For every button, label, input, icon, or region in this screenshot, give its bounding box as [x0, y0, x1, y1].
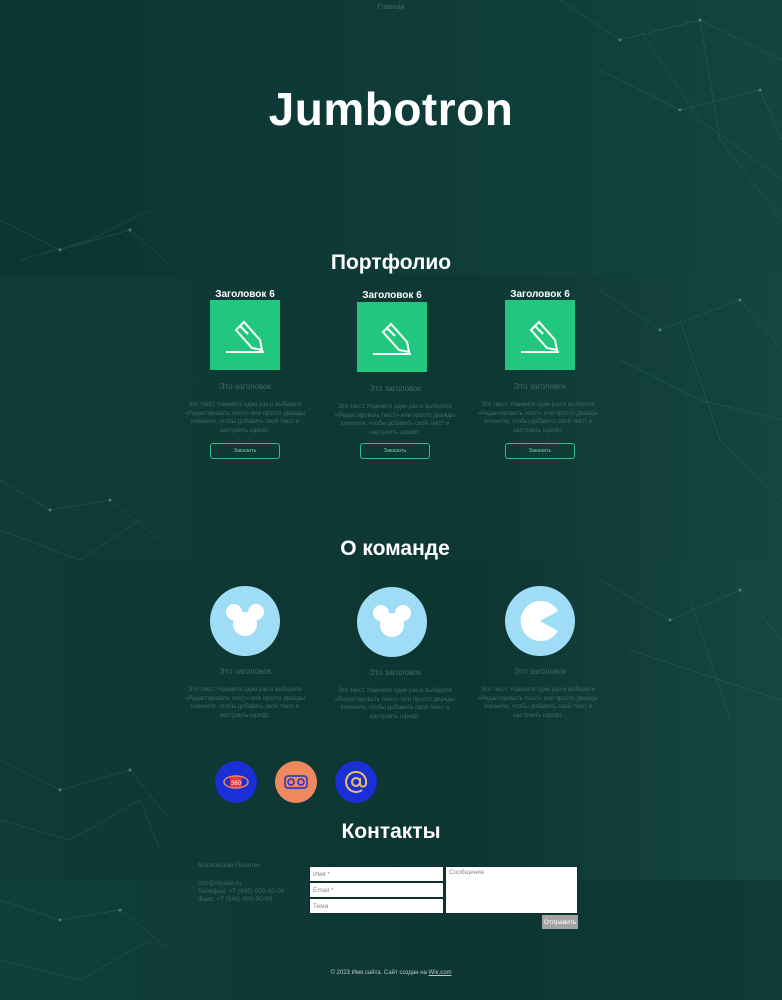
- card-text: Это текст. Нажмите один раз и выберите «…: [184, 402, 306, 434]
- order-button[interactable]: Заказать: [505, 443, 575, 459]
- social-link-email[interactable]: [335, 761, 377, 803]
- member-subtitle: Это заголовок: [368, 668, 422, 677]
- contact-address: Московский Политех: [198, 862, 261, 869]
- member-text: Это текст. Нажмите один раз и выберите «…: [334, 688, 456, 720]
- contact-email: info@mysite.ru: [198, 880, 242, 887]
- subject-field[interactable]: [309, 898, 444, 914]
- card-text: Это текст. Нажмите один раз и выберите «…: [334, 404, 456, 436]
- submit-button[interactable]: Отправить: [542, 915, 578, 929]
- message-field[interactable]: [445, 866, 578, 914]
- contact-fax: Факс: +7 (945) 000-00-00: [198, 896, 273, 903]
- card-heading: Заголовок 6: [362, 290, 422, 301]
- team-avatar: [357, 587, 427, 657]
- card-subtitle: Это заголовок: [218, 382, 272, 391]
- nav-home-link[interactable]: Главная: [360, 4, 422, 11]
- pencil-icon: [226, 320, 264, 353]
- portfolio-title: Портфолио: [330, 251, 452, 274]
- hero-background: [0, 0, 782, 275]
- email-field[interactable]: [309, 882, 444, 898]
- social-link-360[interactable]: 360: [215, 761, 257, 803]
- name-field[interactable]: [309, 866, 444, 882]
- card-image-pencil: [505, 300, 575, 370]
- member-subtitle: Это заголовок: [513, 667, 567, 676]
- team-avatar: [210, 586, 280, 656]
- team-avatar: [505, 586, 575, 656]
- card-subtitle: Это заголовок: [513, 382, 567, 391]
- order-button[interactable]: Заказать: [360, 443, 430, 459]
- member-subtitle: Это заголовок: [218, 667, 272, 676]
- member-text: Это текст. Нажмите один раз и выберите «…: [477, 687, 599, 719]
- card-heading: Заголовок 6: [510, 289, 570, 300]
- pencil-icon: [521, 320, 559, 353]
- team-title: О команде: [340, 537, 450, 560]
- mouse-ears-icon: [373, 605, 411, 637]
- order-button[interactable]: Заказать: [210, 443, 280, 459]
- vr-headset-icon: [284, 775, 308, 789]
- footer-text: © 2023 Имя сайта. Сайт создан на: [330, 970, 427, 976]
- footer-wix-link[interactable]: Wix.com: [429, 970, 452, 976]
- social-link-vr[interactable]: [275, 761, 317, 803]
- footer: © 2023 Имя сайта. Сайт создан на Wix.com: [241, 970, 541, 976]
- card-heading: Заголовок 6: [215, 289, 275, 300]
- contacts-title: Контакты: [341, 820, 441, 843]
- pacman-icon: [520, 601, 558, 641]
- card-text: Это текст. Нажмите один раз и выберите «…: [477, 402, 599, 434]
- card-image-pencil: [210, 300, 280, 370]
- pencil-icon: [373, 322, 411, 355]
- contact-phone: Телефон: +7 (945) 000-00-00: [198, 888, 285, 895]
- 360-view-icon: 360: [223, 775, 249, 789]
- at-sign-icon: [345, 771, 368, 793]
- card-image-pencil: [357, 302, 427, 372]
- card-subtitle: Это заголовок: [368, 384, 422, 393]
- hero-title: Jumbotron: [268, 83, 514, 135]
- member-text: Это текст. Нажмите один раз и выберите «…: [184, 687, 306, 719]
- svg-text:360: 360: [231, 781, 242, 787]
- mouse-ears-icon: [226, 604, 264, 636]
